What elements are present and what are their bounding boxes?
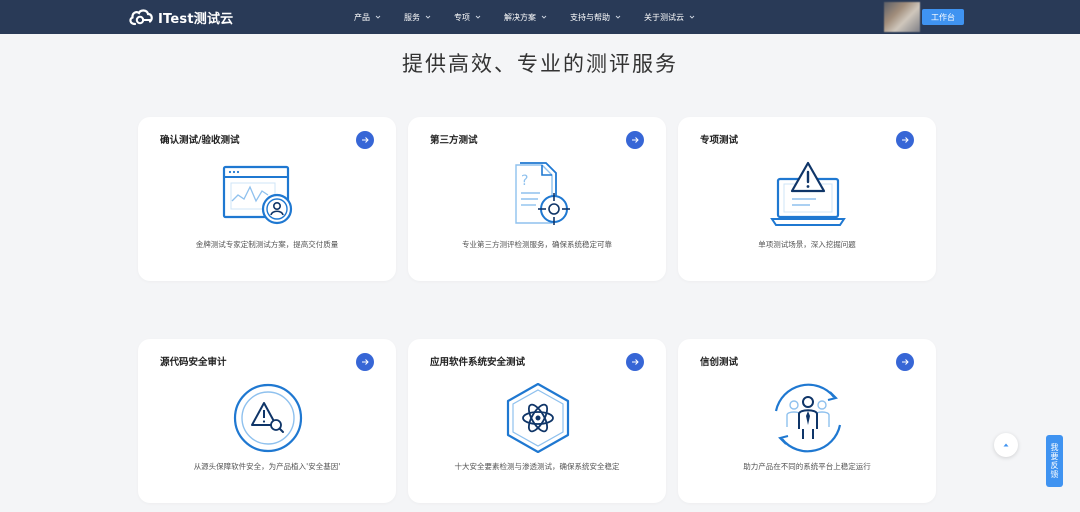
card-title: 第三方测试 (430, 135, 478, 146)
card-description: 从源头保障软件安全，为产品植入'安全基因' (193, 462, 341, 471)
hexagon-atom-icon (506, 383, 570, 453)
nav-item-label: 支持与帮助 (570, 12, 610, 22)
logo[interactable]: ITest测试云 (128, 7, 233, 27)
arrow-right-icon (362, 137, 369, 143)
nav-item-products[interactable]: 产品 (354, 0, 382, 34)
scroll-to-top-button[interactable] (994, 433, 1018, 457)
laptop-warning-icon (770, 161, 846, 226)
arrow-right-icon (632, 137, 639, 143)
top-navbar: ITest测试云 产品 服务 专项 解决方案 支持与帮助 关于测试云 工作台 (0, 0, 1080, 34)
caret-up-icon (1003, 443, 1009, 447)
arrow-right-button[interactable] (896, 131, 914, 149)
card-title: 专项测试 (700, 135, 739, 146)
arrow-right-icon (902, 137, 909, 143)
nav-item-about[interactable]: 关于测试云 (644, 0, 696, 34)
nav-menu: 产品 服务 专项 解决方案 支持与帮助 关于测试云 (354, 0, 718, 34)
service-card-app-security-testing[interactable]: 应用软件系统安全测试 十大安全要素检测与渗透测试，确保系统安全稳定 (408, 339, 666, 503)
card-description: 金牌测试专家定制测试方案，提高交付质量 (195, 240, 339, 249)
card-description: 助力产品在不同的系统平台上稳定运行 (743, 462, 871, 471)
nav-item-label: 解决方案 (504, 12, 536, 22)
card-title: 确认测试/验收测试 (160, 135, 240, 146)
chevron-down-icon (475, 15, 481, 19)
card-description: 单项测试场景，深入挖掘问题 (758, 240, 856, 249)
card-title: 信创测试 (700, 357, 739, 368)
chevron-down-icon (615, 15, 621, 19)
service-card-third-party-testing[interactable]: 第三方测试 ? 专业第三方测评检测服务，确保系统稳定可靠 (408, 117, 666, 281)
workbench-button[interactable]: 工作台 (922, 9, 964, 25)
arrow-right-button[interactable] (356, 353, 374, 371)
document-target-icon: ? (515, 162, 570, 225)
arrow-right-icon (902, 359, 909, 365)
service-card-source-code-audit[interactable]: 源代码安全审计 从源头保障软件安全，为产品植入'安全基因' (138, 339, 396, 503)
card-description: 十大安全要素检测与渗透测试，确保系统安全稳定 (454, 462, 620, 471)
arrow-right-icon (362, 359, 369, 365)
card-title: 应用软件系统安全测试 (430, 357, 526, 368)
page-title: 提供高效、专业的测评服务 (402, 52, 678, 76)
nav-item-services[interactable]: 服务 (404, 0, 432, 34)
card-title: 源代码安全审计 (160, 357, 227, 368)
chevron-down-icon (541, 15, 547, 19)
service-card-acceptance-testing[interactable]: 确认测试/验收测试 金牌测试专家定制测试方案，提高交付质量 (138, 117, 396, 281)
nav-item-support[interactable]: 支持与帮助 (570, 0, 622, 34)
nav-item-label: 服务 (404, 12, 420, 22)
service-card-xinchuang-testing[interactable]: 信创测试 助力产品在不同的系统平台上稳定运行 (678, 339, 936, 503)
nav-item-label: 产品 (354, 12, 370, 22)
arrow-right-button[interactable] (626, 353, 644, 371)
arrow-right-button[interactable] (896, 353, 914, 371)
svg-text:?: ? (521, 173, 528, 189)
nav-item-solutions[interactable]: 解决方案 (504, 0, 548, 34)
chevron-down-icon (425, 15, 431, 19)
feedback-button[interactable]: 我要反馈 (1046, 435, 1063, 487)
cloud-logo-icon (129, 9, 153, 26)
card-description: 专业第三方测评检测服务，确保系统稳定可靠 (462, 240, 612, 249)
nav-item-special[interactable]: 专项 (454, 0, 482, 34)
chevron-down-icon (689, 15, 695, 19)
service-card-special-testing[interactable]: 专项测试 单项测试场景，深入挖掘问题 (678, 117, 936, 281)
browser-user-icon (222, 165, 293, 225)
chevron-down-icon (375, 15, 381, 19)
user-avatar[interactable] (884, 2, 920, 32)
warning-search-icon (233, 383, 303, 453)
arrow-right-icon (632, 359, 639, 365)
arrow-right-button[interactable] (356, 131, 374, 149)
logo-text: ITest测试云 (158, 11, 234, 27)
nav-item-label: 关于测试云 (644, 12, 684, 22)
arrow-right-button[interactable] (626, 131, 644, 149)
people-cycle-icon (774, 383, 842, 453)
nav-item-label: 专项 (454, 12, 470, 22)
